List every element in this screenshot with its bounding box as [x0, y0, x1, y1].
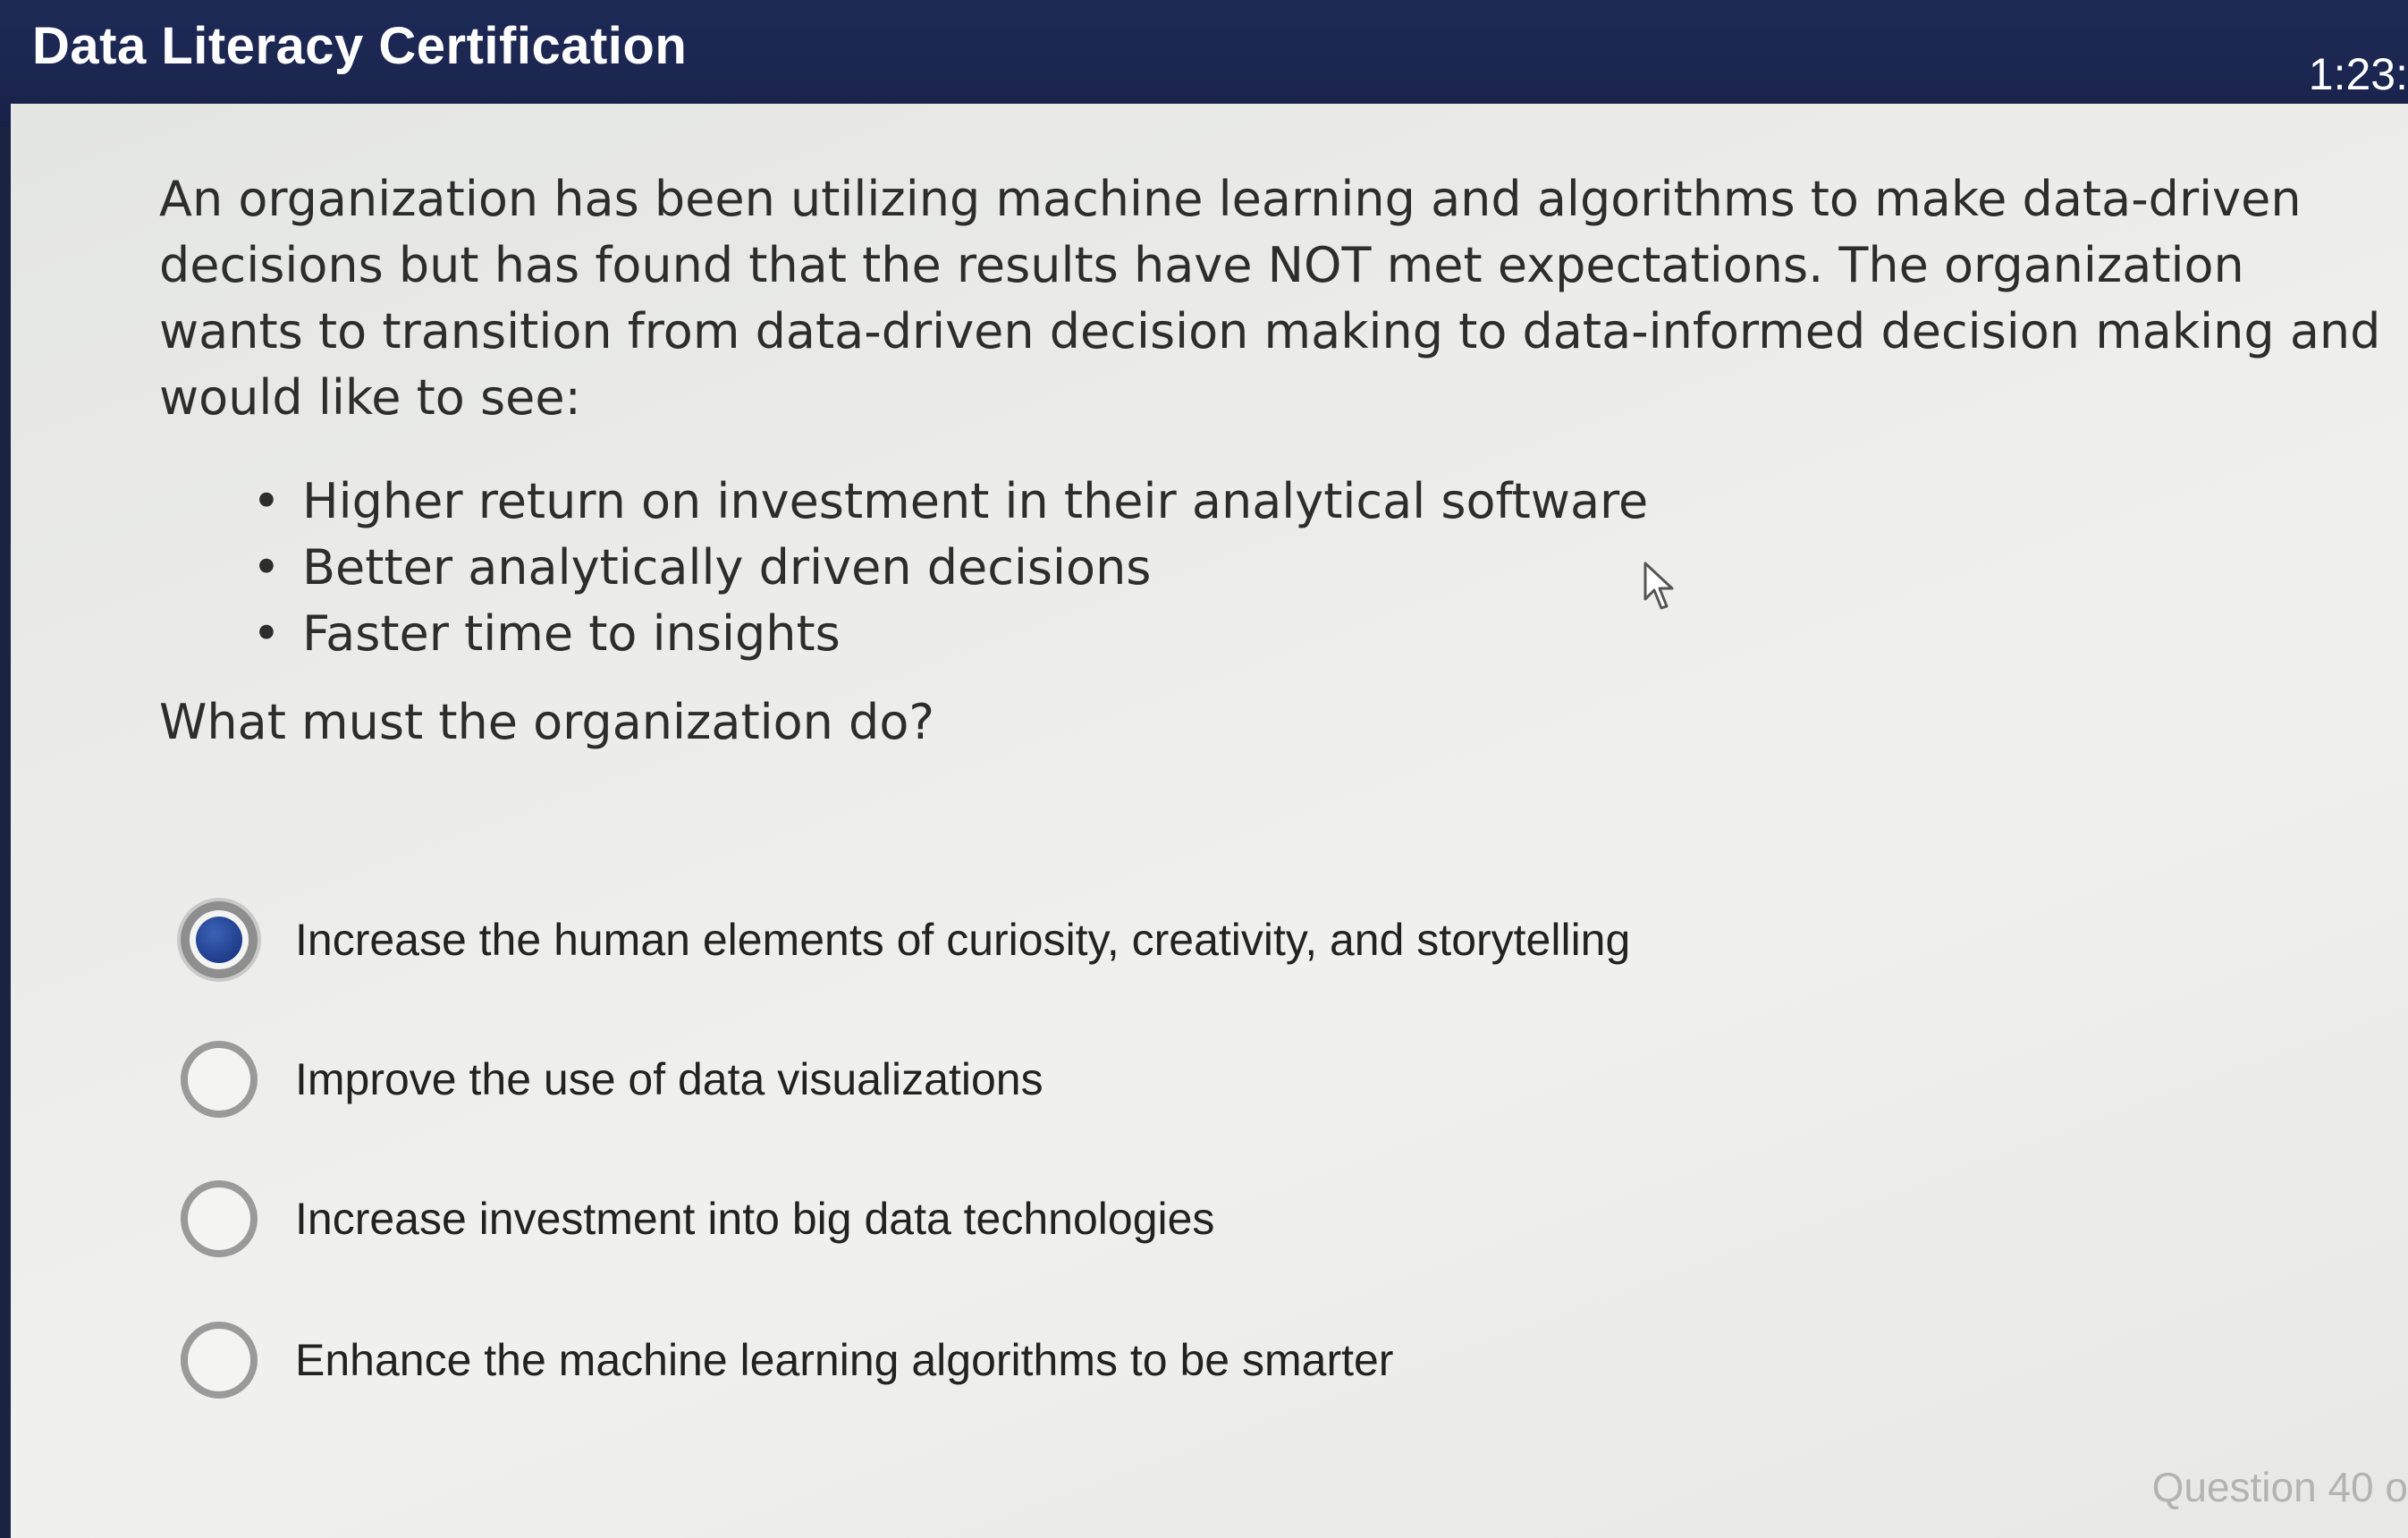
- list-item: Higher return on investment in their ana…: [252, 469, 1648, 535]
- radio-selected-dot: [196, 917, 242, 963]
- answer-option-2[interactable]: Improve the use of data visualizations: [181, 1030, 2237, 1128]
- app-title: Data Literacy Certification: [32, 17, 688, 75]
- answer-label[interactable]: Increase the human elements of curiosity…: [295, 914, 1630, 966]
- radio-button[interactable]: [181, 1180, 258, 1257]
- answer-label[interactable]: Improve the use of data visualizations: [295, 1053, 1043, 1105]
- window-left-edge: [0, 0, 11, 1538]
- answer-option-3[interactable]: Increase investment into big data techno…: [181, 1170, 2237, 1268]
- answer-option-1[interactable]: Increase the human elements of curiosity…: [181, 891, 2237, 989]
- radio-button-selected[interactable]: [181, 901, 258, 978]
- radio-button[interactable]: [181, 1041, 258, 1118]
- exam-timer: 1:23:: [2308, 49, 2408, 99]
- mouse-pointer-icon: [1643, 562, 1674, 610]
- question-stem: An organization has been utilizing machi…: [159, 171, 2381, 426]
- requirements-list: Higher return on investment in their ana…: [252, 469, 1648, 667]
- answer-option-4[interactable]: Enhance the machine learning algorithms …: [181, 1311, 2237, 1409]
- radio-button[interactable]: [181, 1322, 258, 1399]
- question-panel: An organization has been utilizing machi…: [11, 104, 2408, 1538]
- list-item: Better analytically driven decisions: [252, 535, 1648, 601]
- question-prompt: What must the organization do?: [159, 694, 935, 750]
- answer-label[interactable]: Enhance the machine learning algorithms …: [295, 1334, 1393, 1386]
- list-item: Faster time to insights: [252, 601, 1648, 667]
- question-progress: Question 40 o: [2151, 1464, 2408, 1510]
- answer-label[interactable]: Increase investment into big data techno…: [295, 1193, 1214, 1245]
